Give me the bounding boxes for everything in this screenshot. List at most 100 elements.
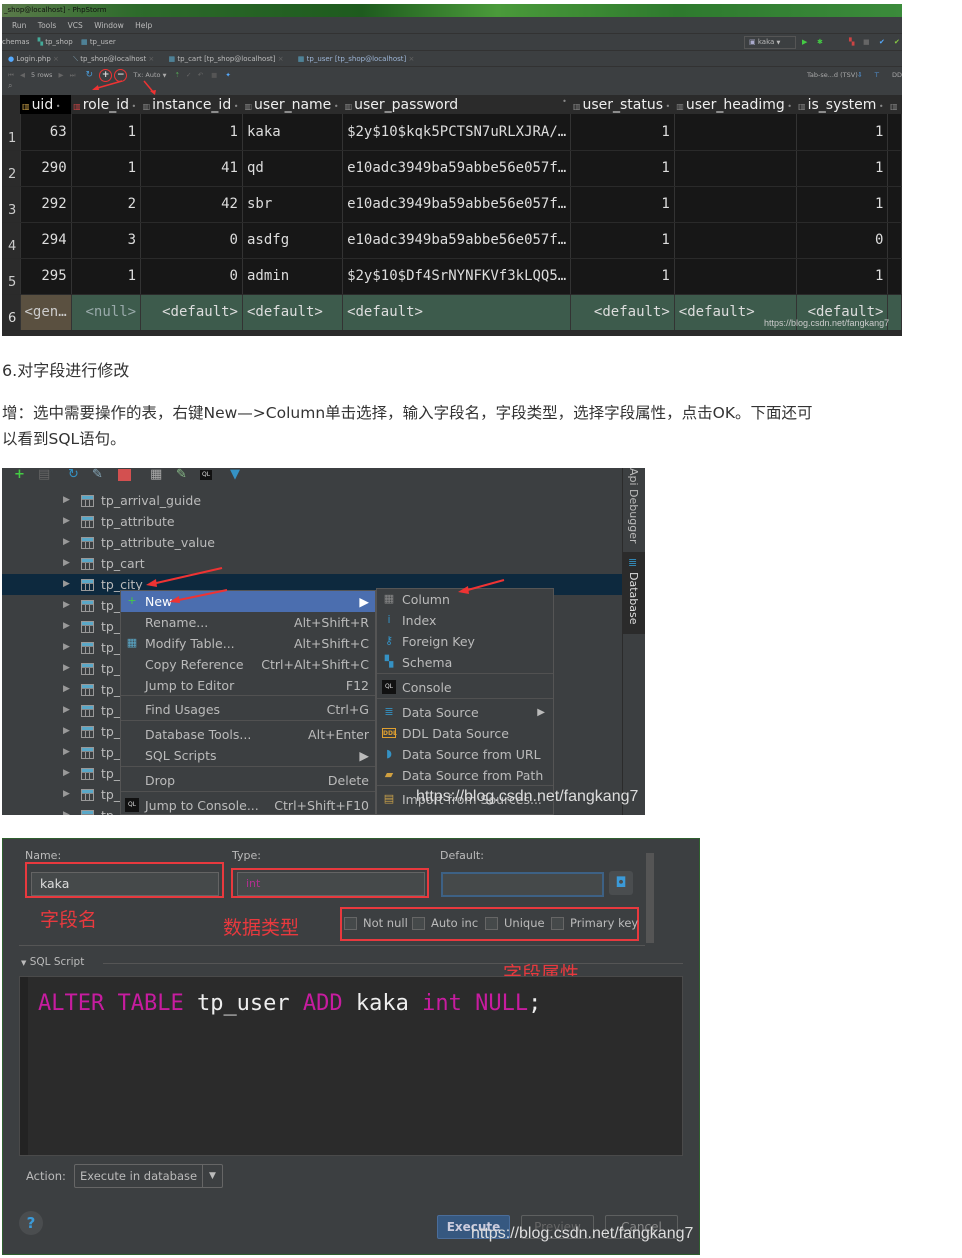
cell-user-password[interactable]: $2y$10$kqk5PCTSN7uRLXJRA/… (342, 114, 572, 151)
expand-arrow-icon[interactable]: ▶ (63, 595, 70, 616)
cell-user-name[interactable]: asdfg (242, 222, 344, 259)
submenu-item-foreign-key[interactable]: ⚷ Foreign Key (377, 631, 553, 652)
menu-item-rename[interactable]: Rename... Alt+Shift+R (121, 612, 375, 633)
expand-arrow-icon[interactable]: ▶ (63, 574, 70, 595)
edit-icon[interactable]: ✎ (176, 468, 187, 482)
cell-instance-id[interactable]: 42 (140, 186, 243, 223)
column-header-user-password[interactable]: ▥ user_password • (342, 95, 571, 114)
expand-arrow-icon[interactable]: ▶ (63, 763, 70, 784)
menu-item-jump-to-console[interactable]: QL Jump to Console... Ctrl+Shift+F10 (121, 795, 375, 815)
cell-instance-id[interactable]: 0 (140, 258, 243, 295)
tree-item-table[interactable]: ▶ tp_attribute_value (2, 532, 622, 553)
rollback-icon[interactable]: ↶ (198, 71, 203, 79)
cell-role-id[interactable]: 2 (71, 186, 142, 223)
debug-icon[interactable]: ✱ (817, 34, 823, 51)
table-row[interactable]: 2 290 1 41 qd e10adc3949ba59abbe56e057f… 1 1 (2, 150, 902, 187)
table-row[interactable]: 5 295 1 0 admin $2y$10$Df4SrNYNFKVf3kLQQ5… 1 1 (2, 258, 902, 295)
menu-tools[interactable]: Tools (38, 21, 56, 30)
expand-arrow-icon[interactable]: ▶ (63, 490, 70, 511)
last-page-icon[interactable]: ⏭ (70, 71, 76, 79)
cell-uid[interactable]: <gen… (20, 294, 72, 331)
cell-user-name[interactable]: kaka (242, 114, 344, 151)
cell-user-password[interactable]: $2y$10$Df4SrNYNFKVf3kLQQ5… (342, 258, 572, 295)
cell-user-password[interactable]: e10adc3949ba59abbe56e057f… (342, 222, 572, 259)
stop-icon[interactable] (118, 469, 131, 481)
help-button[interactable]: ? (19, 1211, 43, 1235)
cell-role-id[interactable]: 1 (71, 114, 142, 151)
cell-uid[interactable]: 295 (20, 258, 72, 295)
ddl-button[interactable]: DD (892, 67, 902, 83)
first-page-icon[interactable]: ⏮ (8, 71, 14, 79)
next-page-icon[interactable]: ▶ (59, 71, 64, 79)
cell-user-name[interactable]: admin (242, 258, 344, 295)
sql-script-toggle[interactable]: ▼ SQL Script (21, 956, 84, 968)
cell-instance-id[interactable]: 41 (140, 150, 243, 187)
column-header-role-id[interactable]: ▥ role_id • (71, 95, 141, 114)
vcs-update-icon[interactable]: ✔ (894, 34, 900, 51)
cell-role-id[interactable]: <null> (71, 294, 142, 331)
row-number[interactable]: 2 (2, 150, 21, 187)
menu-vcs[interactable]: VCS (68, 21, 83, 30)
cell-user-status[interactable]: 1 (570, 222, 675, 259)
column-header-is-system[interactable]: ▥ is_system • (796, 95, 888, 114)
column-header-instance-id[interactable]: ▥ instance_id • (140, 95, 243, 114)
menu-item-modify-table[interactable]: ▦ Modify Table... Alt+Shift+C (121, 633, 375, 654)
expand-arrow-icon[interactable]: ▶ (63, 511, 70, 532)
cell-user-password[interactable]: e10adc3949ba59abbe56e057f… (342, 186, 572, 223)
export-format-select[interactable]: Tab-se...d (TSV) (807, 67, 858, 83)
tree-item-table[interactable]: ▶ tp_attribute (2, 511, 622, 532)
cell-uid[interactable]: 63 (20, 114, 72, 151)
primary-key-checkbox[interactable]: Primary key (551, 915, 638, 931)
row-number[interactable]: 6 (2, 294, 21, 331)
not-null-checkbox[interactable]: Not null (344, 915, 408, 931)
refresh-icon[interactable]: ↻ (68, 468, 79, 482)
tab-tp-shop[interactable]: ⟍ tp_shop@localhost × (67, 51, 160, 67)
cell-user-status[interactable]: 1 (570, 186, 675, 223)
expression-button[interactable]: ◘ (609, 871, 633, 895)
menu-help[interactable]: Help (135, 21, 152, 30)
tree-item-table[interactable]: ▶ tp_arrival_guide (2, 490, 622, 511)
expand-arrow-icon[interactable]: ▶ (63, 616, 70, 637)
cell-user-name[interactable]: <default> (242, 294, 344, 331)
menu-run[interactable]: Run (12, 21, 26, 30)
cancel-icon[interactable]: ■ (211, 71, 217, 79)
column-header-user-name[interactable]: ▥ user_name • (242, 95, 343, 114)
menu-item-jump-to-editor[interactable]: Jump to Editor F12 (121, 675, 375, 696)
tab-tp-cart[interactable]: ▦ tp_cart [tp_shop@localhost] × (163, 51, 290, 67)
cell-uid[interactable]: 290 (20, 150, 72, 187)
cell-is-system[interactable]: 1 (796, 114, 889, 151)
table-icon[interactable]: ▦ (150, 468, 162, 482)
cell-role-id[interactable]: 1 (71, 150, 142, 187)
menu-item-database-tools[interactable]: Database Tools... Alt+Enter (121, 724, 375, 745)
submenu-item-data-source-from-path[interactable]: ▰ Data Source from Path (377, 765, 553, 786)
cell-is-system[interactable]: 1 (796, 258, 889, 295)
add-icon[interactable]: + (14, 468, 25, 482)
profile-icon[interactable]: ▚ (849, 34, 854, 51)
cell-is-system[interactable]: 0 (796, 222, 889, 259)
expand-arrow-icon[interactable]: ▶ (63, 532, 70, 553)
run-config-select[interactable]: ▣ kaka ▼ (744, 36, 796, 49)
cell-user-status[interactable]: 1 (570, 258, 675, 295)
vcs-commit-icon[interactable]: ✔ (879, 34, 885, 51)
cell-uid[interactable]: 294 (20, 222, 72, 259)
tab-login-php[interactable]: ● Login.php × (2, 51, 65, 67)
prev-page-icon[interactable]: ◀ (20, 71, 25, 79)
table-row[interactable]: 3 292 2 42 sbr e10adc3949ba59abbe56e057f… 1 1 (2, 186, 902, 223)
submenu-item-ddl-data-source[interactable]: DDL DDL Data Source (377, 723, 553, 744)
submenu-item-index[interactable]: i Index (377, 610, 553, 631)
expand-arrow-icon[interactable]: ▶ (63, 805, 70, 815)
cell-uid[interactable]: 292 (20, 186, 72, 223)
table-row[interactable]: 1 63 1 1 kaka $2y$10$kqk5PCTSN7uRLXJRA/… 1 1 (2, 114, 902, 151)
breadcrumb-tp-shop[interactable]: tp_shop (45, 38, 73, 46)
expand-arrow-icon[interactable]: ▶ (63, 721, 70, 742)
check-icon[interactable]: ✓ (186, 71, 191, 79)
cell-role-id[interactable]: 3 (71, 222, 142, 259)
pin-icon[interactable]: ✦ (225, 71, 230, 79)
expand-arrow-icon[interactable]: ▶ (63, 658, 70, 679)
menu-item-sql-scripts[interactable]: SQL Scripts ▶ (121, 745, 375, 766)
cell-is-system[interactable]: 1 (796, 186, 889, 223)
filter-icon[interactable]: ⊤ (874, 67, 880, 83)
auto-inc-checkbox[interactable]: Auto inc (412, 915, 478, 931)
expand-arrow-icon[interactable]: ▶ (63, 742, 70, 763)
cell-user-headimg[interactable] (674, 150, 797, 187)
